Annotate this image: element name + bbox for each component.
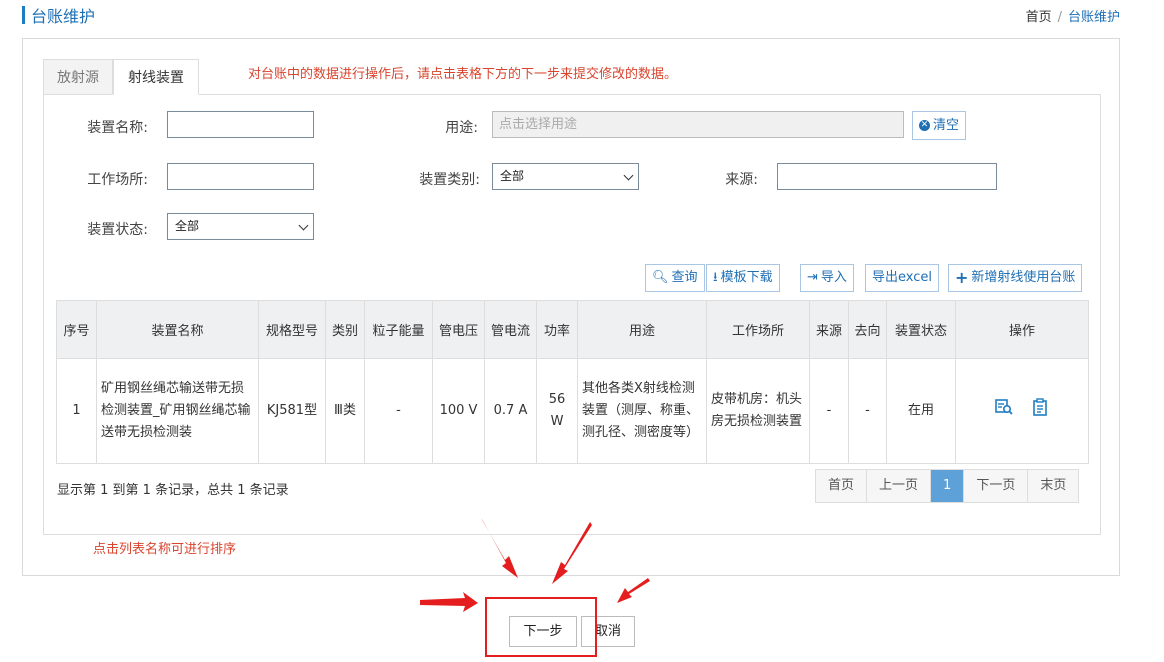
device-name-cell: 矿用钢丝绳芯输送带无损检测装置_矿用钢丝绳芯输送带无损检测装 bbox=[96, 358, 259, 464]
device-category-select[interactable]: 全部 bbox=[492, 163, 639, 190]
usage-input[interactable]: 点击选择用途 bbox=[492, 111, 904, 138]
destination-cell: - bbox=[848, 358, 887, 464]
pagination: 首页 上一页 1 下一页 末页 bbox=[815, 469, 1080, 503]
clipboard-edit-icon[interactable] bbox=[1030, 398, 1050, 416]
breadcrumb-home[interactable]: 首页 bbox=[1026, 10, 1052, 25]
work-site-label: 工作场所: bbox=[87, 172, 148, 188]
ledger-table: 序号 装置名称 规格型号 类别 粒子能量 管电压 管电流 功率 用途 工作场所 … bbox=[56, 300, 1089, 464]
device-name-label: 装置名称: bbox=[87, 120, 148, 136]
column-header[interactable]: 管电压 bbox=[432, 300, 485, 359]
highlight-box bbox=[485, 597, 597, 657]
download-icon: ⭳ bbox=[713, 270, 718, 285]
work-site-cell: 皮带机房：机头房无损检测装置 bbox=[706, 358, 810, 464]
energy-cell: - bbox=[364, 358, 433, 464]
add-ledger-button[interactable]: + 新增射线使用台账 bbox=[948, 264, 1083, 292]
row-index-cell: 1 bbox=[56, 358, 97, 464]
chevron-down-icon bbox=[298, 220, 309, 231]
breadcrumb-separator: / bbox=[1057, 10, 1062, 25]
source-label: 来源: bbox=[725, 172, 758, 188]
source-cell: - bbox=[809, 358, 849, 464]
template-download-button[interactable]: ⭳ 模板下载 bbox=[706, 264, 780, 292]
actions-cell bbox=[955, 358, 1089, 464]
status-cell: 在用 bbox=[886, 358, 956, 464]
table-row: 1 矿用钢丝绳芯输送带无损检测装置_矿用钢丝绳芯输送带无损检测装 KJ581型 … bbox=[56, 358, 1089, 464]
page-next[interactable]: 下一页 bbox=[964, 470, 1029, 502]
voltage-cell: 100 V bbox=[432, 358, 485, 464]
import-button[interactable]: ⇥ 导入 bbox=[800, 264, 854, 292]
column-header[interactable]: 序号 bbox=[56, 300, 97, 359]
chevron-down-icon bbox=[623, 170, 634, 181]
column-header[interactable]: 用途 bbox=[577, 300, 707, 359]
column-header[interactable]: 去向 bbox=[848, 300, 887, 359]
arrow-annotation bbox=[617, 578, 650, 603]
column-header[interactable]: 工作场所 bbox=[706, 300, 810, 359]
view-detail-icon[interactable] bbox=[994, 398, 1014, 416]
clear-button[interactable]: ✕ 清空 bbox=[912, 111, 967, 140]
usage-label: 用途: bbox=[445, 120, 478, 136]
tab-radioactive-source[interactable]: 放射源 bbox=[43, 59, 113, 95]
column-header[interactable]: 规格型号 bbox=[258, 300, 326, 359]
arrow-annotation bbox=[420, 592, 478, 612]
table-header-row: 序号 装置名称 规格型号 类别 粒子能量 管电压 管电流 功率 用途 工作场所 … bbox=[56, 300, 1089, 359]
usage-cell: 其他各类X射线检测装置（测厚、称重、测孔径、测密度等） bbox=[577, 358, 707, 464]
page-first[interactable]: 首页 bbox=[816, 470, 868, 502]
page-prev[interactable]: 上一页 bbox=[867, 470, 932, 502]
export-excel-button[interactable]: 导出excel bbox=[865, 264, 939, 292]
power-cell: 56 W bbox=[536, 358, 578, 464]
column-header: 操作 bbox=[955, 300, 1089, 359]
source-input[interactable] bbox=[777, 163, 997, 190]
breadcrumb: 首页 / 台账维护 bbox=[1026, 6, 1120, 25]
column-header[interactable]: 粒子能量 bbox=[364, 300, 433, 359]
record-summary: 显示第 1 到第 1 条记录，总共 1 条记录 bbox=[57, 483, 289, 498]
title-accent-bar bbox=[22, 6, 25, 24]
page-last[interactable]: 末页 bbox=[1028, 470, 1079, 502]
search-icon: 🔍︎ bbox=[652, 270, 669, 285]
column-header[interactable]: 装置状态 bbox=[886, 300, 956, 359]
model-cell: KJ581型 bbox=[258, 358, 326, 464]
import-icon: ⇥ bbox=[807, 270, 818, 285]
device-status-label: 装置状态: bbox=[87, 222, 148, 238]
breadcrumb-current[interactable]: 台账维护 bbox=[1068, 10, 1120, 25]
page-current[interactable]: 1 bbox=[931, 470, 965, 502]
query-button[interactable]: 🔍︎ 查询 bbox=[645, 264, 705, 292]
sort-hint-text: 点击列表名称可进行排序 bbox=[93, 542, 237, 557]
column-header[interactable]: 功率 bbox=[536, 300, 578, 359]
device-name-input[interactable] bbox=[167, 111, 314, 138]
clear-icon: ✕ bbox=[919, 120, 930, 131]
column-header[interactable]: 类别 bbox=[325, 300, 365, 359]
column-header[interactable]: 管电流 bbox=[484, 300, 537, 359]
device-category-label: 装置类别: bbox=[419, 172, 480, 188]
page-title: 台账维护 bbox=[31, 7, 96, 26]
current-cell: 0.7 A bbox=[484, 358, 537, 464]
notice-text: 对台账中的数据进行操作后，请点击表格下方的下一步来提交修改的数据。 bbox=[248, 67, 678, 82]
column-header[interactable]: 来源 bbox=[809, 300, 849, 359]
plus-icon: + bbox=[955, 268, 969, 287]
column-header[interactable]: 装置名称 bbox=[96, 300, 259, 359]
category-cell: Ⅲ类 bbox=[325, 358, 365, 464]
work-site-input[interactable] bbox=[167, 163, 314, 190]
device-status-select[interactable]: 全部 bbox=[167, 213, 314, 240]
tab-ray-device[interactable]: 射线装置 bbox=[113, 59, 199, 95]
